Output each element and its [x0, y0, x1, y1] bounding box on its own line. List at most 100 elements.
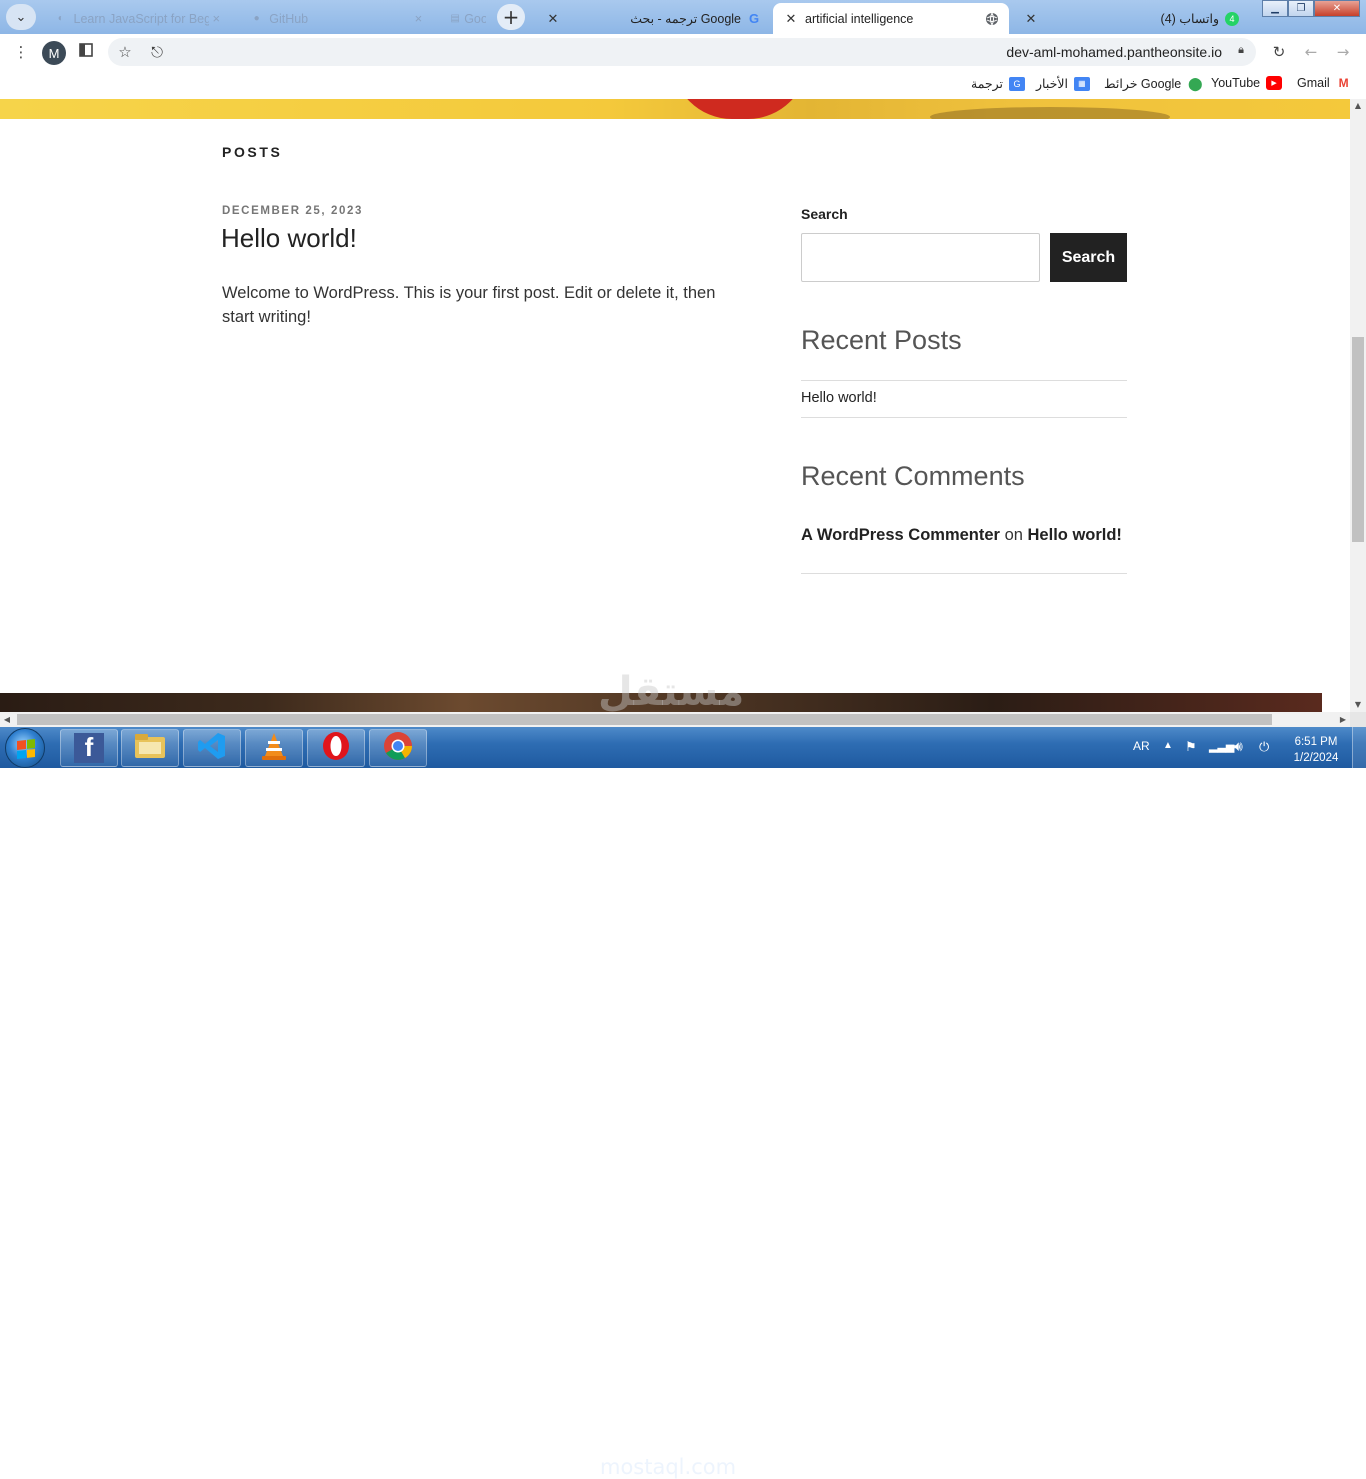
tab-title: artificial intelligence — [805, 11, 914, 26]
network-signal-icon[interactable]: ▂▃▅ — [1209, 740, 1234, 753]
comment-author-link[interactable]: A WordPress Commenter — [801, 526, 1000, 544]
minimize-icon: ▁ — [1271, 3, 1279, 14]
close-window-button[interactable]: ✕ — [1314, 0, 1360, 17]
globe-icon — [985, 12, 999, 26]
search-label: Search — [801, 206, 848, 222]
language-indicator[interactable]: AR — [1133, 739, 1150, 753]
plus-icon: + — [502, 5, 520, 29]
tab-2[interactable]: ● GitHub × — [240, 3, 436, 34]
taskbar-file-explorer[interactable] — [121, 729, 179, 767]
tab-5-active[interactable]: ✕ artificial intelligence — [773, 3, 1009, 34]
url-text: dev-aml-mohamed.pantheonsite.io — [1006, 44, 1222, 60]
vertical-scrollbar[interactable]: ▲ ▼ — [1350, 99, 1366, 712]
minimize-button[interactable]: ▁ — [1262, 0, 1288, 17]
taskbar-chrome[interactable] — [369, 729, 427, 767]
clock-date: 1/2/2024 — [1293, 752, 1339, 764]
back-button[interactable]: → — [1331, 40, 1355, 64]
scroll-left-icon[interactable]: ◀ — [0, 712, 14, 727]
close-icon[interactable]: ✕ — [1023, 11, 1039, 27]
taskbar-vlc[interactable] — [245, 729, 303, 767]
chrome-icon — [383, 731, 413, 765]
close-icon[interactable]: × — [411, 11, 426, 26]
restore-button[interactable]: ❐ — [1288, 0, 1314, 17]
scroll-down-icon[interactable]: ▼ — [1350, 698, 1366, 712]
tray-clock[interactable]: 6:51 PM 1/2/2024 — [1283, 734, 1349, 766]
bookmark-youtube[interactable]: YouTube ▶ — [1211, 76, 1283, 90]
arrow-right-icon: → — [1336, 43, 1350, 61]
bookmark-news[interactable]: الأخبار ▦ — [1036, 76, 1090, 91]
google-docs-icon: ▤ — [450, 13, 460, 24]
scroll-up-icon[interactable]: ▲ — [1350, 99, 1366, 113]
tab-title: ترجمه - بحث Google — [630, 12, 741, 26]
bookmark-label: Gmail — [1297, 76, 1330, 90]
comment-connector: on — [1004, 526, 1023, 544]
tab-4[interactable]: ✕ ترجمه - بحث Google G — [535, 3, 771, 34]
volume-icon[interactable]: 🔊︎ — [1234, 738, 1243, 755]
search-input[interactable] — [801, 233, 1040, 282]
post-title[interactable]: Hello world! — [221, 223, 357, 254]
horizontal-scrollbar[interactable]: ◀ ▶ — [0, 712, 1350, 727]
tray-expand-icon[interactable]: ▲ — [1163, 740, 1173, 751]
file-explorer-icon — [134, 733, 166, 763]
tab-6[interactable]: ✕ (4) واتساب 4 — [1013, 3, 1249, 34]
profile-avatar[interactable]: M — [42, 41, 66, 65]
new-tab-button[interactable]: + — [497, 4, 525, 30]
windows-taskbar: f mostaql.com AR ▲ ⚑ ▂▃▅ 🔊︎ ⏻ — [0, 727, 1366, 1479]
side-panel-icon — [79, 43, 93, 61]
recent-posts-title: Recent Posts — [801, 325, 962, 355]
chevron-down-icon: ⌄ — [15, 9, 27, 25]
tab-1[interactable]: ◐ Learn JavaScript for Beginn × — [44, 3, 234, 34]
power-plug-icon[interactable]: ⏻ — [1259, 739, 1269, 755]
gmail-icon: M — [1338, 76, 1349, 90]
forward-button[interactable]: ← — [1299, 40, 1323, 64]
tab-title: Google — [464, 11, 486, 26]
post-date[interactable]: DECEMBER 25, 2023 — [222, 205, 363, 217]
start-button[interactable] — [5, 728, 45, 768]
bookmark-gmail[interactable]: Gmail M — [1297, 76, 1352, 90]
watermark-url: mostaql.com — [600, 1455, 737, 1479]
taskbar-facebook[interactable]: f — [60, 729, 118, 767]
arrow-left-icon: ← — [1304, 43, 1318, 61]
tab-strip: ⌄ ◐ Learn JavaScript for Beginn × ● GitH… — [0, 0, 1366, 34]
window-controls: ▁ ❐ ✕ — [1262, 0, 1360, 17]
horizontal-scroll-thumb[interactable] — [17, 714, 1272, 725]
bookmark-translate[interactable]: ترجمة G — [971, 76, 1026, 91]
bookmark-star-button[interactable]: ☆ — [113, 40, 137, 64]
bookmark-label: YouTube — [1211, 76, 1261, 90]
action-center-flag-icon[interactable]: ⚑ — [1185, 739, 1197, 755]
browser-toolbar: ⋮ ☆ ⎋ dev-aml-mohamed.pantheonsite.io 🔒︎… — [0, 34, 1366, 70]
taskbar-opera[interactable] — [307, 729, 365, 767]
bookmark-maps[interactable]: خرائط Google ⬤ — [1104, 76, 1203, 92]
taskbar-vscode[interactable] — [183, 729, 241, 767]
show-desktop-button[interactable] — [1352, 727, 1366, 768]
divider — [801, 417, 1127, 418]
search-button[interactable]: Search — [1050, 233, 1127, 282]
header-banner-image — [0, 99, 1350, 119]
menu-button[interactable]: ⋮ — [9, 40, 33, 64]
whatsapp-icon: 4 — [1225, 11, 1239, 26]
windows-logo-icon — [17, 739, 35, 759]
reload-button[interactable]: ↻ — [1267, 40, 1291, 64]
github-icon: ● — [253, 13, 260, 24]
bookmarks-bar: Gmail M YouTube ▶ خرائط Google ⬤ الأخبار… — [0, 70, 1366, 99]
tab-title: Learn JavaScript for Beginn — [73, 11, 209, 26]
close-icon[interactable]: ✕ — [783, 11, 799, 27]
side-panel-button[interactable] — [74, 40, 98, 64]
banner-decoration — [672, 99, 808, 119]
close-icon[interactable]: ✕ — [545, 11, 561, 27]
vlc-icon — [260, 731, 288, 765]
address-bar[interactable]: ☆ ⎋ dev-aml-mohamed.pantheonsite.io 🔒︎ — [108, 38, 1256, 66]
close-icon[interactable]: × — [209, 11, 224, 26]
tab-3[interactable]: ▤ Google — [440, 3, 496, 34]
recent-post-link[interactable]: Hello world! — [801, 390, 877, 406]
divider — [801, 380, 1127, 381]
comment-post-link[interactable]: Hello world! — [1028, 526, 1122, 544]
watermark-logo: مستقل — [598, 669, 745, 712]
vertical-scroll-thumb[interactable] — [1352, 337, 1364, 542]
news-icon: ▦ — [1073, 76, 1090, 91]
scroll-right-icon[interactable]: ▶ — [1336, 712, 1350, 727]
tab-search-button[interactable]: ⌄ — [6, 4, 36, 30]
kebab-menu-icon: ⋮ — [13, 43, 29, 61]
share-button[interactable]: ⎋ — [145, 40, 169, 64]
divider — [801, 573, 1127, 574]
